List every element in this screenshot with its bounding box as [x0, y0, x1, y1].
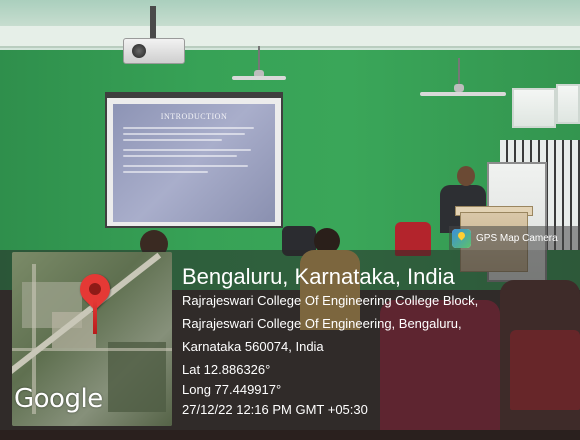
- projector-screen: INTRODUCTION: [105, 92, 283, 228]
- floor-edge: [0, 430, 580, 440]
- ceiling-beam: [0, 26, 580, 48]
- google-logo: Google: [14, 384, 103, 414]
- speaker-head: [457, 166, 475, 186]
- projector-lens: [132, 44, 146, 58]
- address-line-3: Karnataka 560074, India: [182, 339, 324, 354]
- location-title: Bengaluru, Karnataka, India: [182, 264, 455, 289]
- window: [512, 88, 556, 128]
- projector: [123, 38, 185, 64]
- map-pin-shadow: [93, 300, 97, 334]
- projector-mount: [150, 6, 156, 40]
- address-line-2: Rajrajeswari College Of Engineering, Ben…: [182, 316, 462, 331]
- address-line-1: Rajrajeswari College Of Engineering Coll…: [182, 293, 479, 308]
- ceiling-trim: [0, 0, 580, 26]
- latitude: Lat 12.886326°: [182, 362, 271, 377]
- slide-title: INTRODUCTION: [160, 112, 228, 121]
- window: [556, 84, 580, 124]
- timestamp: 27/12/22 12:16 PM GMT +05:30: [182, 402, 368, 417]
- gps-app-name: GPS Map Camera: [476, 232, 558, 244]
- gps-map-camera-app-icon: [452, 228, 471, 248]
- presentation-slide: INTRODUCTION: [113, 104, 275, 222]
- gps-app-badge: GPS Map Camera: [449, 226, 580, 250]
- longitude: Long 77.449917°: [182, 382, 282, 397]
